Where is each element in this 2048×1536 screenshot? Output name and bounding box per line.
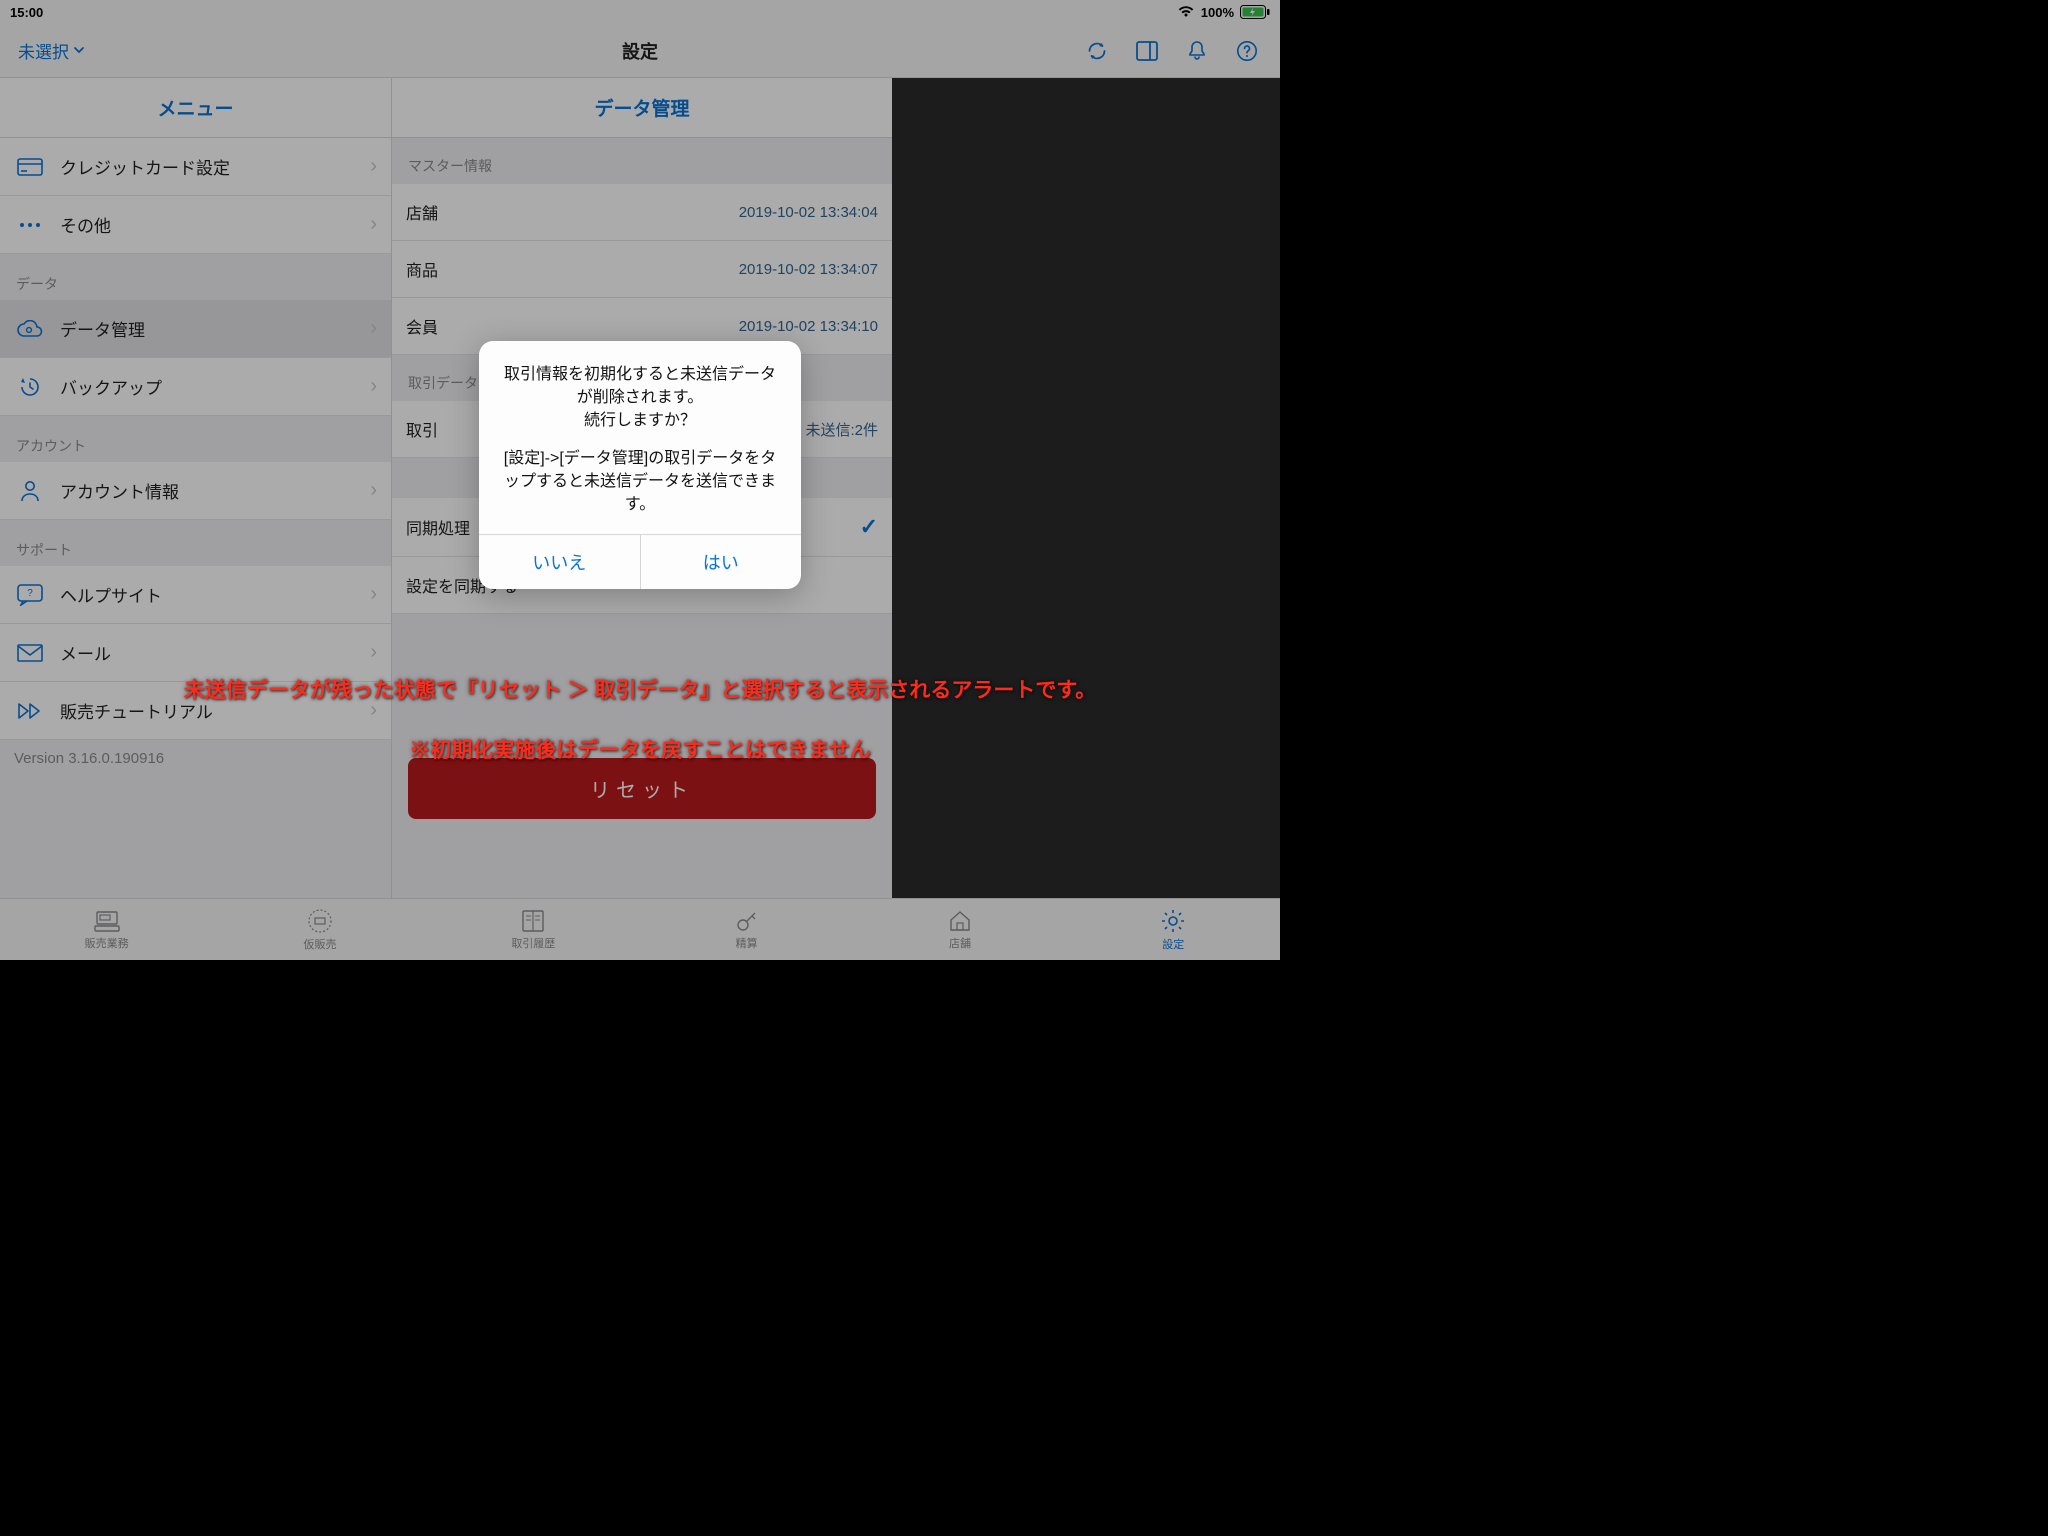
alert-no-button[interactable]: いいえ <box>479 535 640 589</box>
annotation-line1: 未送信データが残った状態で『リセット ＞ 取引データ』と選択すると表示されるアラ… <box>0 674 1280 704</box>
app-root: 15:00 100% 未選択 設定 <box>0 0 1280 960</box>
alert-dialog: 取引情報を初期化すると未送信データが削除されます。 続行しますか？ [設定]->… <box>479 341 801 589</box>
alert-line1: 取引情報を初期化すると未送信データが削除されます。 <box>497 363 783 409</box>
alert-line3: [設定]->[データ管理]の取引データをタップすると未送信データを送信できます。 <box>497 447 783 517</box>
alert-line2: 続行しますか？ <box>497 409 783 432</box>
alert-yes-button[interactable]: はい <box>640 535 802 589</box>
alert-body: 取引情報を初期化すると未送信データが削除されます。 続行しますか？ [設定]->… <box>479 341 801 534</box>
annotation-line2: ※初期化実施後はデータを戻すことはできません <box>0 734 1280 764</box>
alert-buttons: いいえ はい <box>479 534 801 589</box>
